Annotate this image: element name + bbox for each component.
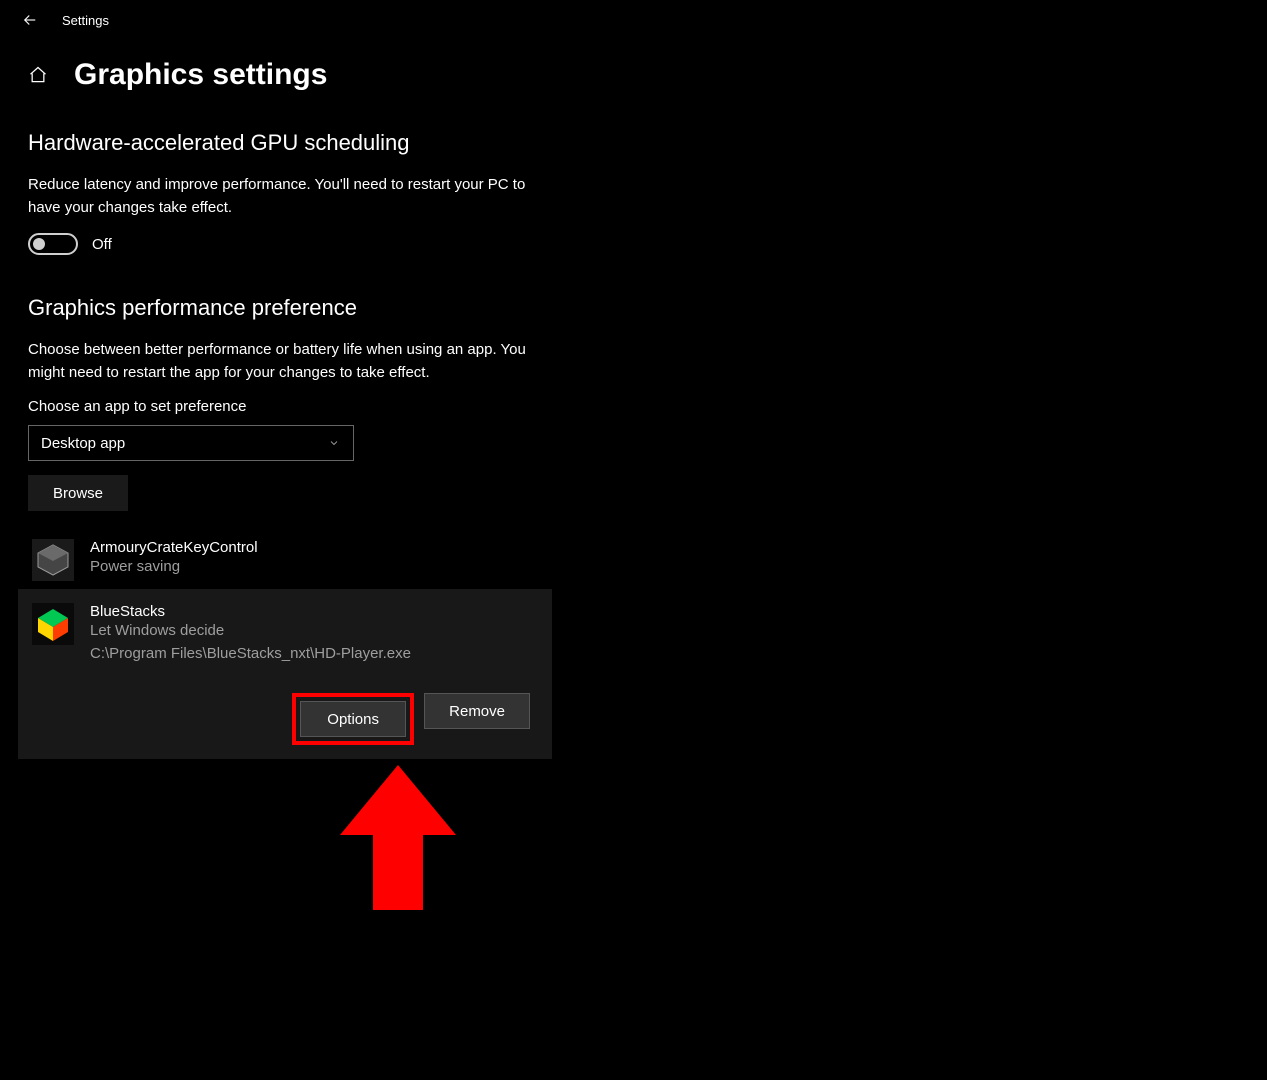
back-button[interactable]	[20, 10, 40, 30]
perf-section-title: Graphics performance preference	[28, 295, 672, 321]
gpu-toggle-row: Off	[28, 233, 672, 255]
gpu-toggle[interactable]	[28, 233, 78, 255]
app-icon	[32, 603, 74, 645]
content-area: Graphics settings Hardware-accelerated G…	[0, 40, 700, 937]
app-info: BlueStacks Let Windows decide C:\Program…	[90, 603, 538, 665]
app-type-dropdown[interactable]: Desktop app	[28, 425, 354, 461]
app-info: ArmouryCrateKeyControl Power saving	[90, 539, 668, 579]
window-title: Settings	[62, 13, 109, 28]
annotation-arrow	[338, 765, 672, 919]
page-title: Graphics settings	[74, 58, 327, 92]
arrow-left-icon	[21, 11, 39, 29]
chevron-down-icon	[327, 436, 341, 450]
dropdown-value: Desktop app	[41, 435, 125, 452]
list-item[interactable]: ArmouryCrateKeyControl Power saving	[28, 531, 672, 589]
browse-button[interactable]: Browse	[28, 475, 128, 511]
perf-section-desc: Choose between better performance or bat…	[28, 339, 528, 384]
home-icon	[28, 64, 48, 86]
titlebar: Settings	[0, 0, 1267, 40]
app-name: BlueStacks	[90, 603, 538, 620]
bluestacks-icon	[32, 603, 74, 645]
selected-app-card: BlueStacks Let Windows decide C:\Program…	[18, 589, 552, 759]
app-status: Power saving	[90, 556, 668, 579]
gpu-toggle-label: Off	[92, 236, 112, 253]
options-button[interactable]: Options	[300, 701, 406, 737]
app-status: Let Windows decide	[90, 620, 538, 643]
toggle-knob	[33, 238, 45, 250]
list-item[interactable]: BlueStacks Let Windows decide C:\Program…	[28, 603, 542, 665]
page-header: Graphics settings	[28, 58, 672, 92]
gpu-section-title: Hardware-accelerated GPU scheduling	[28, 130, 672, 156]
armourycrate-icon	[32, 539, 74, 581]
app-icon	[32, 539, 74, 581]
remove-button[interactable]: Remove	[424, 693, 530, 729]
app-name: ArmouryCrateKeyControl	[90, 539, 668, 556]
arrow-up-icon	[338, 765, 458, 915]
gpu-section-desc: Reduce latency and improve performance. …	[28, 174, 528, 219]
home-button[interactable]	[28, 65, 48, 85]
annotation-highlight: Options	[292, 693, 414, 745]
card-actions: Options Remove	[28, 693, 542, 745]
app-path: C:\Program Files\BlueStacks_nxt\HD-Playe…	[90, 643, 538, 666]
choose-app-label: Choose an app to set preference	[28, 398, 672, 415]
